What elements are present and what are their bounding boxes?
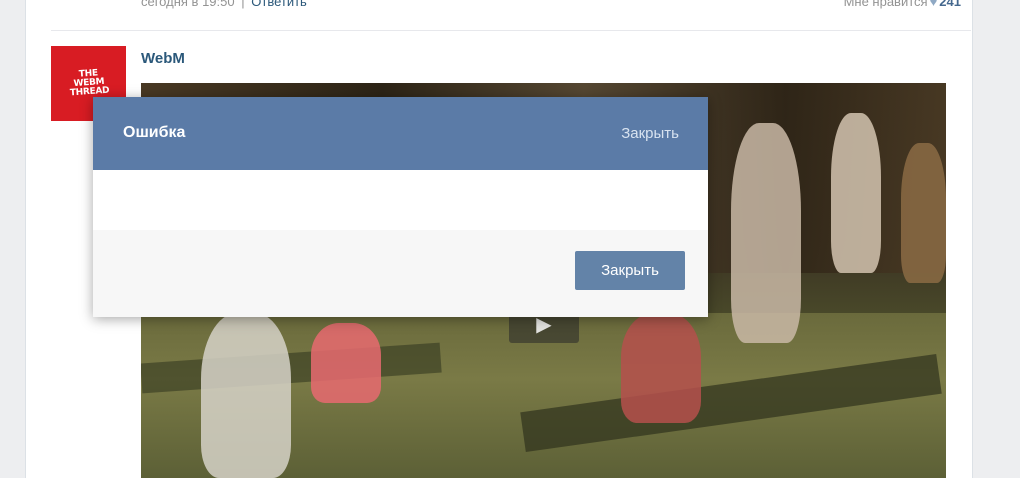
dialog-header: Ошибка Закрыть — [93, 97, 708, 170]
dialog-close-button[interactable]: Закрыть — [575, 251, 685, 290]
dialog-title: Ошибка — [123, 124, 186, 141]
page: сегодня в 19:50 | Ответить Мне нравится ♥… — [0, 0, 1020, 478]
dialog-body — [93, 170, 708, 230]
dialog-close-link[interactable]: Закрыть — [621, 125, 679, 142]
error-dialog: Ошибка Закрыть Закрыть — [93, 97, 708, 317]
dialog-footer: Закрыть — [93, 230, 708, 317]
